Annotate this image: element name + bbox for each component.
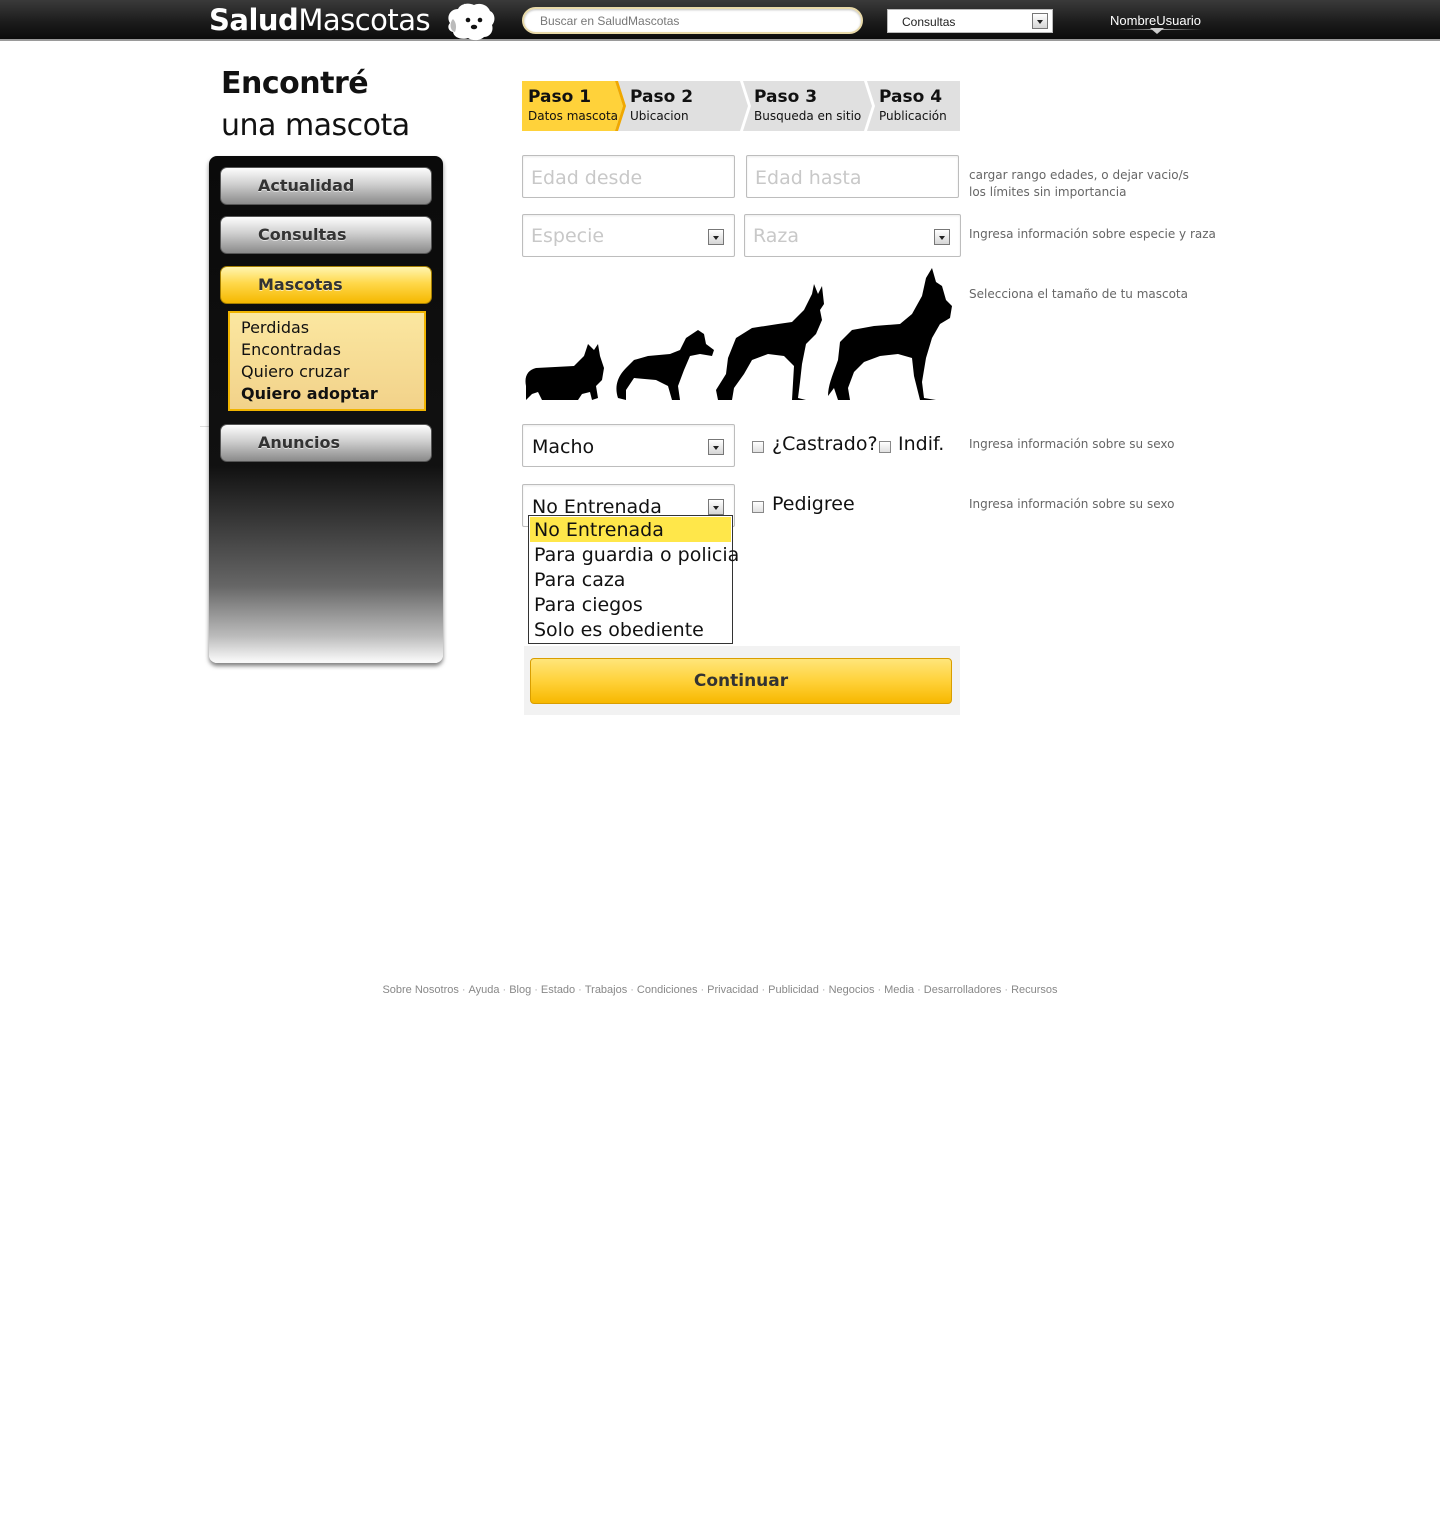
footer-separator: · [502, 984, 507, 996]
castrated-checkbox[interactable] [752, 441, 764, 453]
continue-panel: Continuar [524, 646, 960, 715]
search-input[interactable] [540, 13, 850, 29]
step-4-subtitle: Publicación [879, 109, 947, 123]
step-indicator: Paso 1 Datos mascota Paso 2 Ubicacion Pa… [522, 81, 960, 131]
page-title-line1: Encontré [221, 66, 369, 101]
training-option[interactable]: Solo es obediente [530, 617, 731, 642]
footer-link[interactable]: Sobre Nosotros [382, 984, 458, 996]
training-option[interactable]: No Entrenada [530, 517, 731, 542]
sidebar-item-consultas[interactable]: Consultas [220, 216, 432, 254]
training-option[interactable]: Para guardia o policia [530, 542, 739, 567]
size-medium-dog-icon[interactable] [616, 330, 714, 400]
footer-link[interactable]: Estado [541, 984, 575, 996]
user-menu[interactable]: NombreUsuario [1110, 13, 1201, 28]
species-hint: Ingresa información sobre especie y raza [969, 227, 1216, 241]
logo-regular-text: Mascotas [298, 3, 431, 37]
footer-link[interactable]: Publicidad [768, 984, 819, 996]
footer-separator: · [630, 984, 634, 996]
page-title-line2: una mascota [221, 108, 410, 143]
sidebar-item-actualidad[interactable]: Actualidad [220, 167, 432, 205]
age-from-field[interactable] [522, 155, 735, 198]
size-selector [525, 268, 952, 400]
size-small-dog-icon[interactable] [525, 344, 604, 400]
chevron-down-icon[interactable] [708, 229, 724, 245]
section-select-value: Consultas [902, 15, 956, 29]
footer-link[interactable]: Negocios [829, 984, 875, 996]
dog-logo-icon [448, 3, 495, 41]
size-giant-dog-icon[interactable] [828, 268, 952, 400]
age-from-input[interactable] [531, 166, 711, 190]
section-select[interactable]: Consultas [887, 9, 1053, 33]
pedigree-checkbox[interactable] [752, 501, 764, 513]
species-placeholder: Especie [531, 225, 605, 247]
step-2-title: Paso 2 [630, 87, 694, 107]
step-3-title: Paso 3 [754, 87, 818, 107]
footer-separator: · [461, 984, 466, 996]
age-hint-line2: los límites sin importancia [969, 185, 1127, 199]
breed-select[interactable]: Raza [744, 214, 961, 257]
size-hint: Selecciona el tamaño de tu mascota [969, 287, 1188, 301]
sex-select-value: Macho [532, 436, 595, 458]
sidebar-item-mascotas[interactable]: Mascotas [220, 266, 432, 304]
training-option[interactable]: Para caza [530, 567, 731, 592]
footer-separator: · [917, 984, 921, 996]
subnav-item-quiero-cruzar[interactable]: Quiero cruzar [241, 361, 424, 383]
footer-link[interactable]: Ayuda [469, 984, 500, 996]
site-logo[interactable]: SaludMascotas [209, 3, 431, 39]
training-dropdown-list: No Entrenada Para guardia o policia Para… [528, 515, 739, 644]
footer-separator: · [700, 984, 705, 996]
step-1-title: Paso 1 [528, 87, 592, 107]
indif-label: Indif. [898, 433, 945, 455]
user-menu-caret-icon[interactable] [1150, 28, 1164, 34]
footer-separator: · [578, 984, 582, 996]
subnav-item-perdidas[interactable]: Perdidas [241, 317, 424, 339]
footer-link[interactable]: Blog [509, 984, 531, 996]
top-bar: SaludMascotas Consultas NombreUsuario [0, 0, 1440, 41]
age-hint: cargar rango edades, o dejar vacio/s los… [969, 167, 1189, 201]
chevron-down-icon[interactable] [708, 439, 724, 455]
training-option[interactable]: Para ciegos [530, 592, 731, 617]
sidebar-item-anuncios[interactable]: Anuncios [220, 424, 432, 462]
subnav-item-quiero-adoptar[interactable]: Quiero adoptar [241, 383, 424, 405]
footer-link[interactable]: Trabajos [585, 984, 627, 996]
step-4-title: Paso 4 [879, 87, 943, 107]
footer-link[interactable]: Condiciones [637, 984, 698, 996]
subnav-item-encontradas[interactable]: Encontradas [241, 339, 424, 361]
age-to-input[interactable] [755, 166, 935, 190]
sidebar-subnav: Perdidas Encontradas Quiero cruzar Quier… [228, 311, 426, 411]
sidebar: Actualidad Consultas Mascotas Perdidas E… [209, 156, 443, 663]
castrated-label: ¿Castrado? [772, 433, 878, 455]
chevron-down-icon[interactable] [1032, 13, 1048, 29]
logo-bold-text: Salud [209, 3, 299, 37]
size-large-dog-icon[interactable] [716, 284, 824, 400]
sex-hint: Ingresa información sobre su sexo [969, 437, 1175, 451]
chevron-down-icon[interactable] [934, 229, 950, 245]
step-1-subtitle: Datos mascota [528, 109, 618, 123]
footer-link[interactable]: Desarrolladores [924, 984, 1002, 996]
footer-separator: · [877, 984, 882, 996]
footer: Sobre Nosotros · Ayuda · Blog · Estado · Trabajo… [0, 984, 1440, 996]
age-hint-line1: cargar rango edades, o dejar vacio/s [969, 168, 1189, 182]
search-box[interactable] [522, 7, 863, 34]
sex-select[interactable]: Macho [522, 424, 735, 467]
step-2-subtitle: Ubicacion [630, 109, 689, 123]
age-to-field[interactable] [746, 155, 959, 198]
chevron-down-icon[interactable] [708, 499, 724, 515]
footer-separator: · [1004, 984, 1009, 996]
footer-link[interactable]: Recursos [1011, 984, 1057, 996]
footer-link[interactable]: Media [884, 984, 914, 996]
footer-link[interactable]: Privacidad [707, 984, 758, 996]
pedigree-label: Pedigree [772, 493, 855, 515]
step-3-subtitle: Busqueda en sitio [754, 109, 862, 123]
breed-placeholder: Raza [753, 225, 800, 247]
footer-separator: · [761, 984, 766, 996]
footer-separator: · [821, 984, 826, 996]
indif-checkbox[interactable] [879, 441, 891, 453]
species-select[interactable]: Especie [522, 214, 735, 257]
footer-separator: · [534, 984, 538, 996]
training-hint: Ingresa información sobre su sexo [969, 497, 1175, 511]
continue-button[interactable]: Continuar [530, 658, 952, 704]
